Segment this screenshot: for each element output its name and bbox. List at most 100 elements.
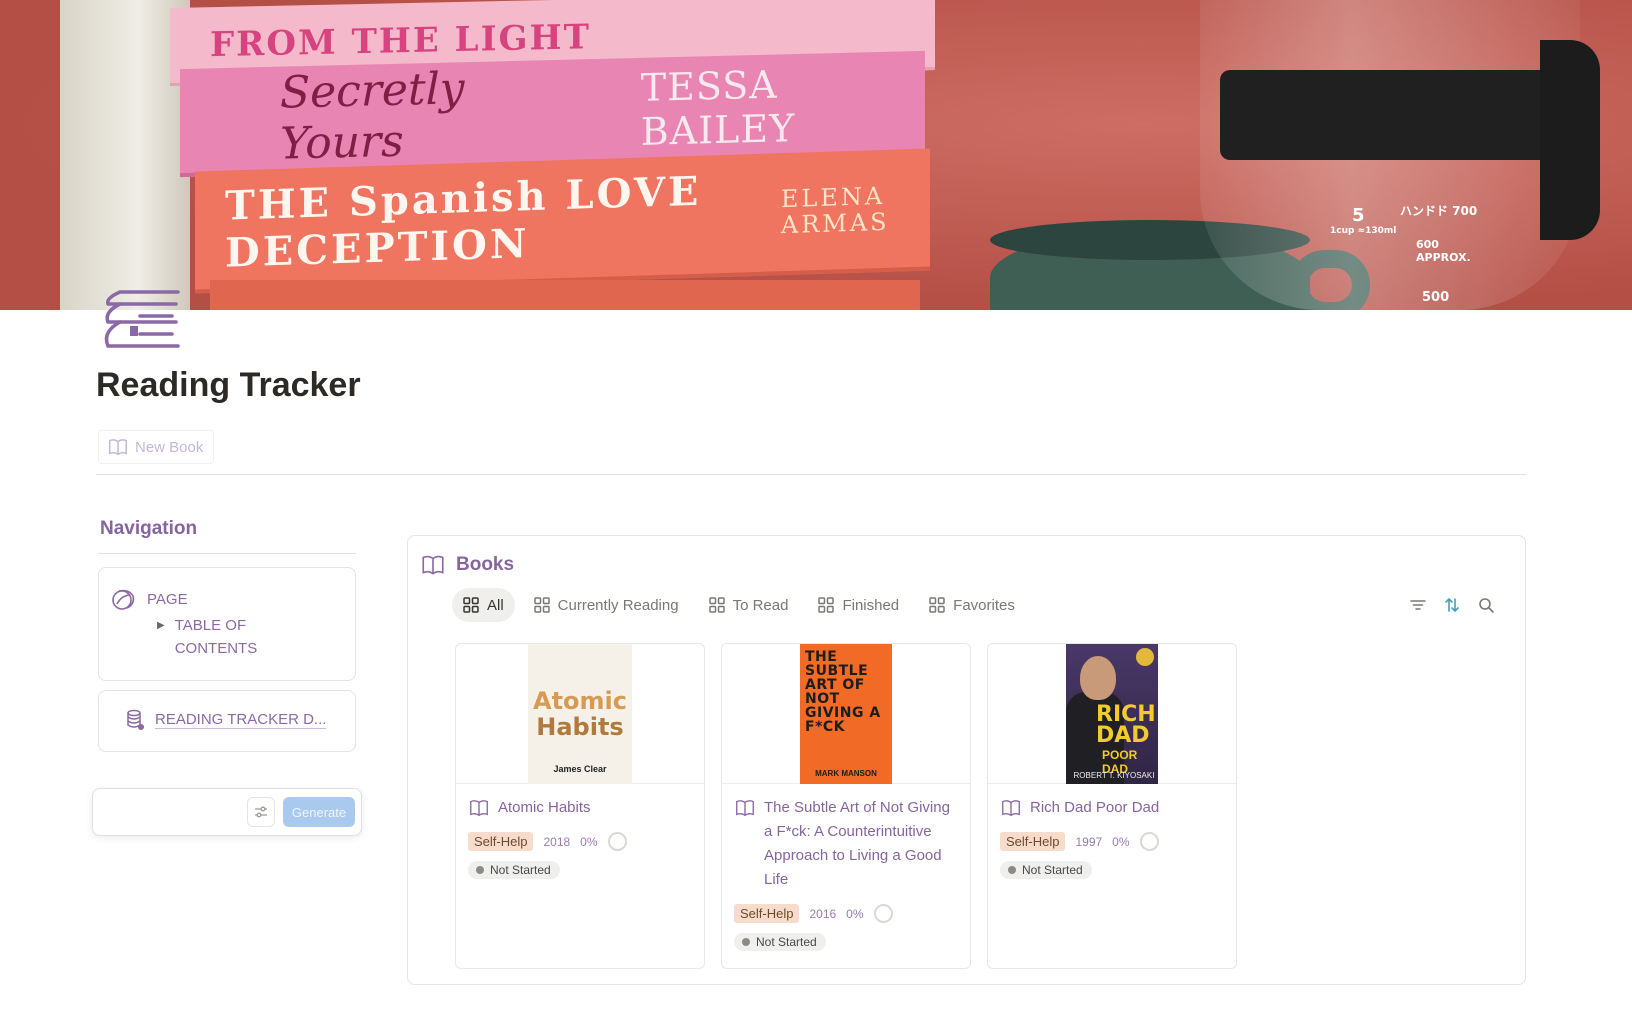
grid-icon (818, 597, 835, 613)
cover-seal (1136, 648, 1154, 666)
cover-book-4 (210, 280, 920, 310)
book-cover-area: Atomic Habits James Clear (456, 644, 704, 784)
view-toolbar (1409, 596, 1495, 614)
database-icon (127, 709, 144, 730)
book-title[interactable]: Atomic Habits (498, 796, 591, 820)
status-label: Not Started (1022, 863, 1083, 877)
tab-label: Finished (842, 596, 900, 614)
carafe-mark-cup: 1cup ≈130ml (1330, 226, 1397, 236)
cover-title-line-2: Habits (536, 713, 624, 741)
grid-icon (533, 597, 550, 613)
book-cover-area: RICH DAD POOR DAD ROBERT T. KIYOSAKI (988, 644, 1236, 784)
table-of-contents-toggle[interactable]: ▶ TABLE OF CONTENTS (157, 614, 285, 660)
toggle-triangle-icon: ▶ (157, 620, 165, 631)
status-label: Not Started (756, 935, 817, 949)
generate-button[interactable]: Generate (283, 797, 355, 827)
database-view-tabs: All Currently Reading To Read Finished F… (452, 588, 1026, 622)
filter-icon[interactable] (1409, 596, 1427, 614)
progress-ring-icon (607, 832, 627, 851)
book-cover-image: Atomic Habits James Clear (528, 644, 632, 784)
grid-icon (929, 597, 945, 613)
database-nav-link[interactable]: READING TRACKER D... (125, 709, 327, 731)
cover-book-1-text: FROM THE LIGHT (210, 16, 591, 65)
tab-label: All (487, 596, 504, 614)
carafe-mark-600: 600 APPROX. (1416, 238, 1471, 264)
book-card[interactable]: Atomic Habits James Clear Atomic Habits … (455, 643, 705, 969)
status-dot (476, 866, 484, 874)
cover-carafe-band (1220, 70, 1580, 160)
grid-icon (463, 597, 479, 613)
cover-author: James Clear (553, 764, 607, 774)
book-year: 1997 (1075, 834, 1103, 849)
carafe-mark-500: 500 (1422, 290, 1450, 305)
page-title: Reading Tracker (96, 366, 361, 404)
cover-book-3: THE Spanish LOVE DECEPTION ELENA ARMAS (195, 148, 930, 294)
carafe-mark-700: ハンドド 700 (1400, 204, 1478, 218)
database-title[interactable]: Books (456, 554, 514, 576)
status-dot (742, 938, 750, 946)
header-divider (96, 474, 1526, 475)
database-nav-label: READING TRACKER D... (155, 711, 327, 729)
bookshelf-icon (104, 290, 180, 348)
cover-book-3-title: THE Spanish LOVE DECEPTION (225, 167, 702, 277)
book-cover-area: THE SUBTLE ART OF NOT GIVING A F*CK MARK… (722, 644, 970, 784)
book-card[interactable]: THE SUBTLE ART OF NOT GIVING A F*CK MARK… (721, 643, 971, 969)
tab-currently-reading[interactable]: Currently Reading (523, 588, 690, 622)
navigation-divider (98, 553, 356, 554)
cover-title: RICH DAD (1096, 702, 1156, 748)
book-cover-image: THE SUBTLE ART OF NOT GIVING A F*CK MARK… (800, 644, 892, 784)
book-card[interactable]: RICH DAD POOR DAD ROBERT T. KIYOSAKI Ric… (987, 643, 1237, 969)
page-nav-card: PAGE ▶ TABLE OF CONTENTS (98, 567, 356, 681)
status-dot (1008, 866, 1016, 874)
book-open-icon (1002, 800, 1020, 817)
cover-author: MARK MANSON (815, 769, 877, 778)
new-book-label: New Book (135, 438, 204, 456)
tab-to-read[interactable]: To Read (698, 588, 800, 622)
ai-settings-button[interactable] (247, 797, 275, 827)
page-nav-link[interactable]: PAGE (111, 586, 188, 612)
page-nav-label: PAGE (147, 590, 188, 608)
cover-title: THE SUBTLE ART OF NOT GIVING A F*CK (805, 649, 881, 735)
books-database: Books All Currently Reading To Read Fini… (407, 535, 1526, 985)
genre-tag: Self-Help (1000, 832, 1066, 851)
progress-ring-icon (873, 904, 893, 923)
status-badge: Not Started (1000, 861, 1092, 879)
table-of-contents-label: TABLE OF CONTENTS (174, 617, 258, 657)
ai-generate-block: Generate (92, 788, 362, 836)
book-year: 2016 (809, 906, 837, 921)
status-badge: Not Started (734, 933, 826, 951)
status-label: Not Started (490, 863, 551, 877)
cover-figure-face (1080, 656, 1116, 700)
book-open-icon (736, 800, 754, 817)
tab-favorites[interactable]: Favorites (918, 588, 1026, 622)
genre-tag: Self-Help (468, 832, 534, 851)
book-progress: 0% (580, 834, 598, 849)
sort-icon[interactable] (1443, 596, 1461, 614)
genre-tag: Self-Help (734, 904, 800, 923)
cover-image: FROM THE LIGHT Secretly Yours TESSA BAIL… (0, 0, 1632, 310)
new-book-button[interactable]: New Book (98, 430, 215, 464)
cover-book-2-author: TESSA BAILEY (640, 62, 796, 154)
book-title[interactable]: Rich Dad Poor Dad (1030, 796, 1159, 820)
sliders-icon (255, 806, 267, 818)
book-open-icon (109, 439, 127, 456)
search-icon[interactable] (1477, 596, 1495, 614)
tab-finished[interactable]: Finished (807, 588, 910, 622)
book-year: 2018 (543, 834, 571, 849)
page-icon (112, 589, 135, 610)
database-nav-card: READING TRACKER D... (98, 690, 356, 752)
tab-label: Favorites (953, 596, 1015, 614)
cover-book-2-title: Secretly Yours (280, 63, 465, 170)
book-progress: 0% (1112, 834, 1130, 849)
grid-icon (708, 597, 725, 613)
tab-all[interactable]: All (452, 588, 515, 622)
book-open-icon (470, 800, 488, 817)
book-title[interactable]: The Subtle Art of Not Giving a F*ck: A C… (764, 796, 958, 892)
navigation-heading: Navigation (100, 518, 198, 539)
cover-carafe-handle (1540, 40, 1600, 240)
cover-book-3-author: ELENA ARMAS (780, 181, 890, 240)
cover-author: ROBERT T. KIYOSAKI (1073, 771, 1155, 780)
book-open-icon (422, 555, 444, 575)
cover-title-line-1: Atomic (533, 687, 627, 715)
gallery: Atomic Habits James Clear Atomic Habits … (455, 643, 1237, 969)
